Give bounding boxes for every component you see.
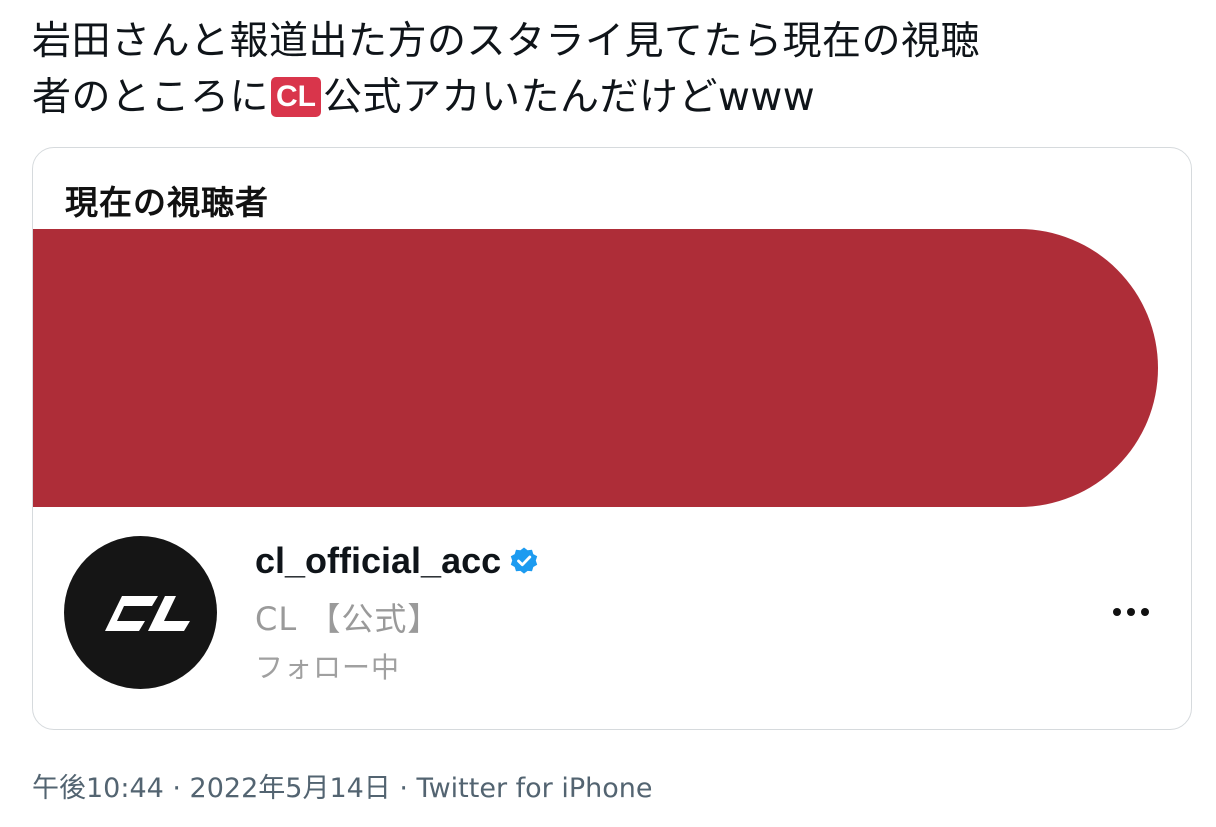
tweet-text-line2-start: 者のところに <box>32 75 270 120</box>
tweet-text: 岩田さんと報道出た方のスタライ見てたら現在の視聴 者のところに CL 公式アカいたん… <box>32 14 1192 126</box>
cl-emoji: CL <box>271 77 322 117</box>
username[interactable]: cl_official_acc <box>255 540 501 582</box>
tweet-text-line2-end: 公式アカいたんだけどwww <box>323 75 816 120</box>
redaction-overlay <box>33 229 1158 507</box>
tweet-text-line2: 者のところに CL 公式アカいたんだけどwww <box>32 70 1192 126</box>
more-options-button[interactable] <box>1101 594 1161 630</box>
cl-logo-icon <box>105 596 190 631</box>
follow-status: フォロー中 <box>255 651 401 684</box>
tweet-text-line1: 岩田さんと報道出た方のスタライ見てたら現在の視聴 <box>32 19 981 64</box>
attached-image-card[interactable]: 現在の視聴者 cl_official_acc CL 【公式】 フォロー中 <box>32 147 1192 730</box>
viewers-heading: 現在の視聴者 <box>65 183 269 222</box>
more-options-icon <box>1113 608 1149 616</box>
avatar[interactable] <box>64 536 217 689</box>
verified-badge-icon <box>509 546 539 576</box>
display-name: CL 【公式】 <box>255 600 441 638</box>
username-row: cl_official_acc <box>255 540 539 582</box>
tweet-meta: 午後10:44 · 2022年5月14日 · Twitter for iPhon… <box>32 773 653 804</box>
